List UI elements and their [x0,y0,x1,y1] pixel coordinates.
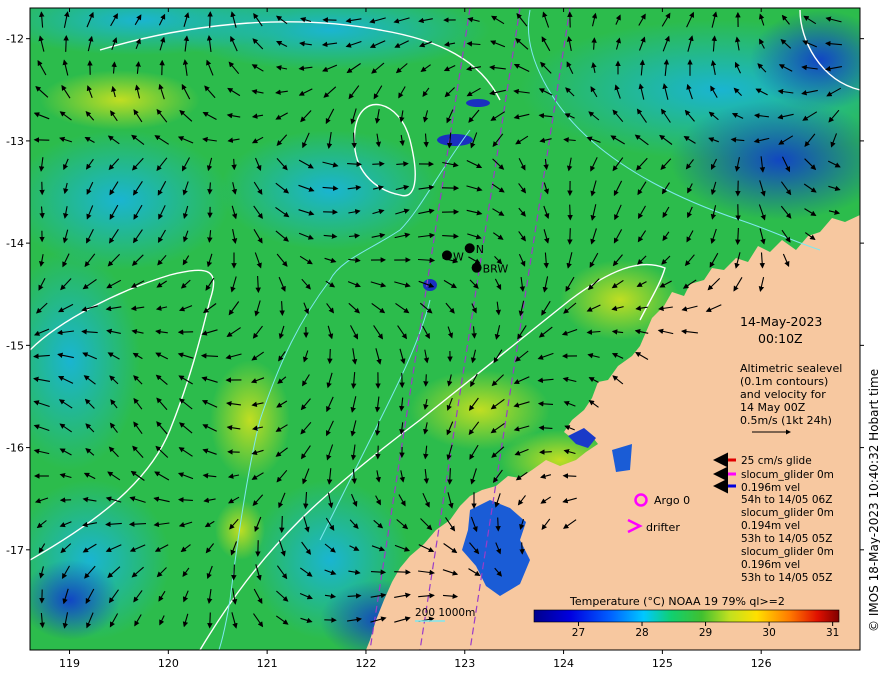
velocity-arrow [63,35,69,52]
x-tick-label: 126 [751,657,772,670]
altimetry-line: and velocity for [740,388,826,401]
colorbar-tick-label: 29 [699,627,712,639]
drifter-label: drifter [646,521,680,534]
isobath-label: 200 1000m [415,607,475,619]
legend-label: slocum_glider 0m [741,546,834,558]
y-tick-label: -15 [6,339,24,352]
y-tick-label: -12 [6,33,24,46]
y-tick-label: -16 [6,442,24,455]
y-tick-label: -13 [6,135,24,148]
x-tick-label: 123 [454,657,475,670]
station-marker [464,243,475,254]
colorbar-tick-label: 27 [572,627,585,639]
argo-label: Argo 0 [654,494,690,507]
colorbar-title: Temperature (°C) NOAA 19 79% ql>=2 [569,595,785,608]
y-tick-label: -14 [6,237,24,250]
legend-label: 25 cm/s glide [741,455,812,467]
x-tick-label: 122 [355,657,376,670]
station-marker [441,250,452,261]
velocity-arrow [562,473,577,479]
legend-label: 53h to 14/05 05Z [741,572,832,584]
x-tick-label: 120 [158,657,179,670]
velocity-arrow [207,11,213,28]
altimetry-line: 0.5m/s (1kt 24h) [740,414,832,427]
legend-label: 53h to 14/05 05Z [741,533,832,545]
altimetry-line: 14 May 00Z [740,401,806,414]
velocity-arrow [207,612,213,629]
y-tick-label: -17 [6,544,24,557]
legend-label: 0.196m vel [741,482,800,494]
legend-label: 0.194m vel [741,520,800,532]
velocity-arrow [327,348,333,365]
x-tick-label: 124 [553,657,574,670]
station-label: W [453,250,464,263]
sst-map: WN BRW 119 120 121 122 123 124 125 126 -12 -13 -14… [6,7,880,670]
colorbar-tick-label: 30 [762,627,775,639]
velocity-arrow [423,374,429,387]
velocity-arrow [394,569,411,575]
x-tick-label: 121 [257,657,278,670]
velocity-arrow [279,515,285,534]
velocity-arrow [539,449,552,455]
x-tick-label: 119 [59,657,80,670]
x-tick-label: 125 [652,657,673,670]
legend-label: 0.196m vel [741,559,800,571]
altimetry-line: Altimetric sealevel [740,362,842,375]
colorbar-tick-label: 28 [635,627,648,639]
station-label: N [476,243,484,256]
velocity-arrow [519,542,525,555]
legend-label: slocum_glider 0m [741,507,834,519]
velocity-arrow [567,204,573,221]
colorbar-tick-label: 31 [826,627,839,639]
station-marker [471,262,482,273]
legend-label: 54h to 14/05 06Z [741,494,832,506]
velocity-arrow [372,161,385,167]
velocity-arrow [495,517,501,532]
velocity-arrow [231,158,237,171]
altimetry-line: (0.1m contours) [740,375,828,388]
velocity-arrow [567,228,573,245]
station-label: BRW [483,263,509,276]
legend-label: slocum_glider 0m [741,469,834,481]
map-time: 00:10Z [758,331,803,346]
map-date: 14-May-2023 [740,314,822,329]
colorbar-ramp [533,609,840,623]
credit-text: © IMOS 18-May-2023 10:40:32 Hobart time [867,369,880,632]
